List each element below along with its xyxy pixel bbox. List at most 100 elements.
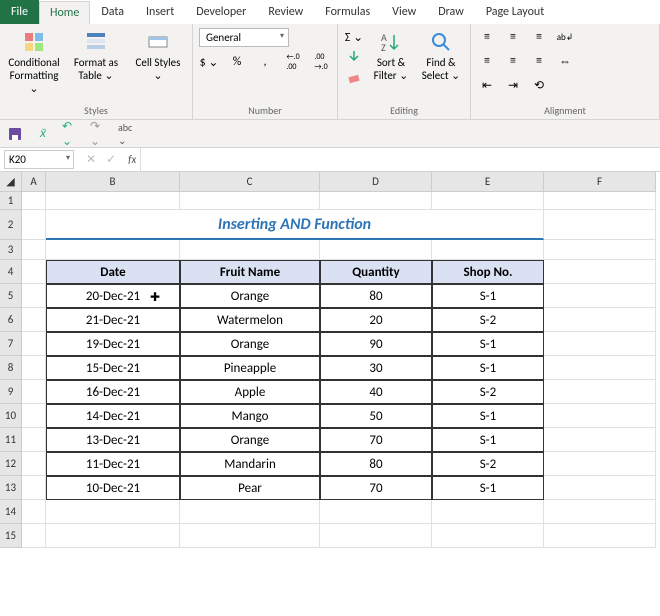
cell[interactable]: 11-Dec-21	[46, 452, 180, 476]
cell[interactable]	[22, 356, 46, 380]
orientation-button[interactable]: ⟲	[529, 76, 549, 94]
cell[interactable]	[544, 524, 656, 548]
cell[interactable]: S-1	[432, 332, 544, 356]
cell[interactable]	[544, 332, 656, 356]
header-qty[interactable]: Quantity	[320, 260, 432, 284]
cell[interactable]: Apple	[180, 380, 320, 404]
cell[interactable]: S-1	[432, 356, 544, 380]
increase-decimal-button[interactable]: ←.0.00	[283, 53, 303, 71]
cell[interactable]	[46, 500, 180, 524]
cell[interactable]	[46, 240, 180, 260]
cell[interactable]	[180, 524, 320, 548]
cell[interactable]	[22, 260, 46, 284]
cell[interactable]	[544, 404, 656, 428]
cell[interactable]: Orange	[180, 284, 320, 308]
cell[interactable]	[544, 356, 656, 380]
cell[interactable]	[22, 380, 46, 404]
cell[interactable]	[22, 284, 46, 308]
comma-format-button[interactable]: ,	[255, 53, 275, 71]
tab-formulas[interactable]: Formulas	[314, 0, 381, 24]
cell[interactable]: Orange	[180, 428, 320, 452]
cell[interactable]	[180, 240, 320, 260]
col-header-F[interactable]: F	[544, 172, 656, 192]
cell[interactable]	[544, 192, 656, 210]
cell[interactable]: 20	[320, 308, 432, 332]
col-header-D[interactable]: D	[320, 172, 432, 192]
cell[interactable]: 40	[320, 380, 432, 404]
align-middle-button[interactable]: ≡	[503, 28, 523, 46]
row-header-14[interactable]: 14	[0, 500, 22, 524]
save-button[interactable]	[6, 125, 24, 143]
cell[interactable]	[22, 192, 46, 210]
cell[interactable]: 80	[320, 452, 432, 476]
cell[interactable]	[544, 260, 656, 284]
fx-label[interactable]: fx	[124, 153, 140, 166]
cell[interactable]	[544, 308, 656, 332]
mean-icon[interactable]: x̄	[34, 125, 52, 143]
number-format-select[interactable]: General	[199, 28, 289, 47]
cell[interactable]: 70	[320, 476, 432, 500]
cell[interactable]: 20-Dec-21	[46, 284, 180, 308]
row-header-3[interactable]: 3	[0, 240, 22, 260]
header-date[interactable]: Date	[46, 260, 180, 284]
cell[interactable]	[22, 428, 46, 452]
align-right-button[interactable]: ≡	[529, 52, 549, 70]
clear-button[interactable]	[344, 68, 364, 86]
row-header-12[interactable]: 12	[0, 452, 22, 476]
align-bottom-button[interactable]: ≡	[529, 28, 549, 46]
cell[interactable]: Mandarin	[180, 452, 320, 476]
percent-format-button[interactable]: %	[227, 53, 247, 71]
conditional-formatting-button[interactable]: Conditional Formatting ⌄	[6, 28, 62, 97]
cell[interactable]	[320, 240, 432, 260]
col-header-C[interactable]: C	[180, 172, 320, 192]
redo-button[interactable]: ↷ ⌄	[90, 125, 108, 143]
align-left-button[interactable]: ≡	[477, 52, 497, 70]
cell[interactable]	[544, 452, 656, 476]
cell[interactable]: 30	[320, 356, 432, 380]
cell[interactable]	[22, 452, 46, 476]
cell[interactable]: S-2	[432, 380, 544, 404]
cell[interactable]: S-1	[432, 476, 544, 500]
cell[interactable]: Mango	[180, 404, 320, 428]
cell[interactable]: S-1	[432, 404, 544, 428]
align-top-button[interactable]: ≡	[477, 28, 497, 46]
title-cell[interactable]: Inserting AND Function	[46, 210, 544, 240]
tab-draw[interactable]: Draw	[427, 0, 475, 24]
tab-data[interactable]: Data	[90, 0, 135, 24]
cell[interactable]: 50	[320, 404, 432, 428]
tab-insert[interactable]: Insert	[135, 0, 185, 24]
cell[interactable]: S-2	[432, 308, 544, 332]
spelling-button[interactable]: abc ⌄	[118, 125, 136, 143]
row-header-4[interactable]: 4	[0, 260, 22, 284]
cell[interactable]: S-2	[432, 452, 544, 476]
cell[interactable]: Watermelon	[180, 308, 320, 332]
undo-button[interactable]: ↶ ⌄	[62, 125, 80, 143]
tab-file[interactable]: File	[0, 0, 39, 24]
cell[interactable]: 19-Dec-21	[46, 332, 180, 356]
tab-review[interactable]: Review	[257, 0, 314, 24]
formula-bar[interactable]	[140, 148, 660, 171]
cell[interactable]: 21-Dec-21	[46, 308, 180, 332]
col-header-A[interactable]: A	[22, 172, 46, 192]
row-header-7[interactable]: 7	[0, 332, 22, 356]
cell[interactable]	[432, 500, 544, 524]
sort-filter-button[interactable]: AZ Sort & Filter ⌄	[370, 28, 412, 84]
row-header-10[interactable]: 10	[0, 404, 22, 428]
row-header-6[interactable]: 6	[0, 308, 22, 332]
cell[interactable]	[544, 500, 656, 524]
cell[interactable]	[544, 476, 656, 500]
col-header-E[interactable]: E	[432, 172, 544, 192]
cell[interactable]	[432, 192, 544, 210]
cancel-icon[interactable]: ✕	[86, 152, 96, 167]
cell[interactable]	[22, 240, 46, 260]
row-header-13[interactable]: 13	[0, 476, 22, 500]
wrap-text-button[interactable]: ab↲	[555, 28, 575, 46]
header-shop[interactable]: Shop No.	[432, 260, 544, 284]
cell[interactable]	[180, 500, 320, 524]
cell[interactable]: S-1	[432, 428, 544, 452]
cell[interactable]: Pineapple	[180, 356, 320, 380]
cell[interactable]: Orange	[180, 332, 320, 356]
tab-page-layout[interactable]: Page Layout	[475, 0, 555, 24]
cell[interactable]: 14-Dec-21	[46, 404, 180, 428]
align-center-button[interactable]: ≡	[503, 52, 523, 70]
